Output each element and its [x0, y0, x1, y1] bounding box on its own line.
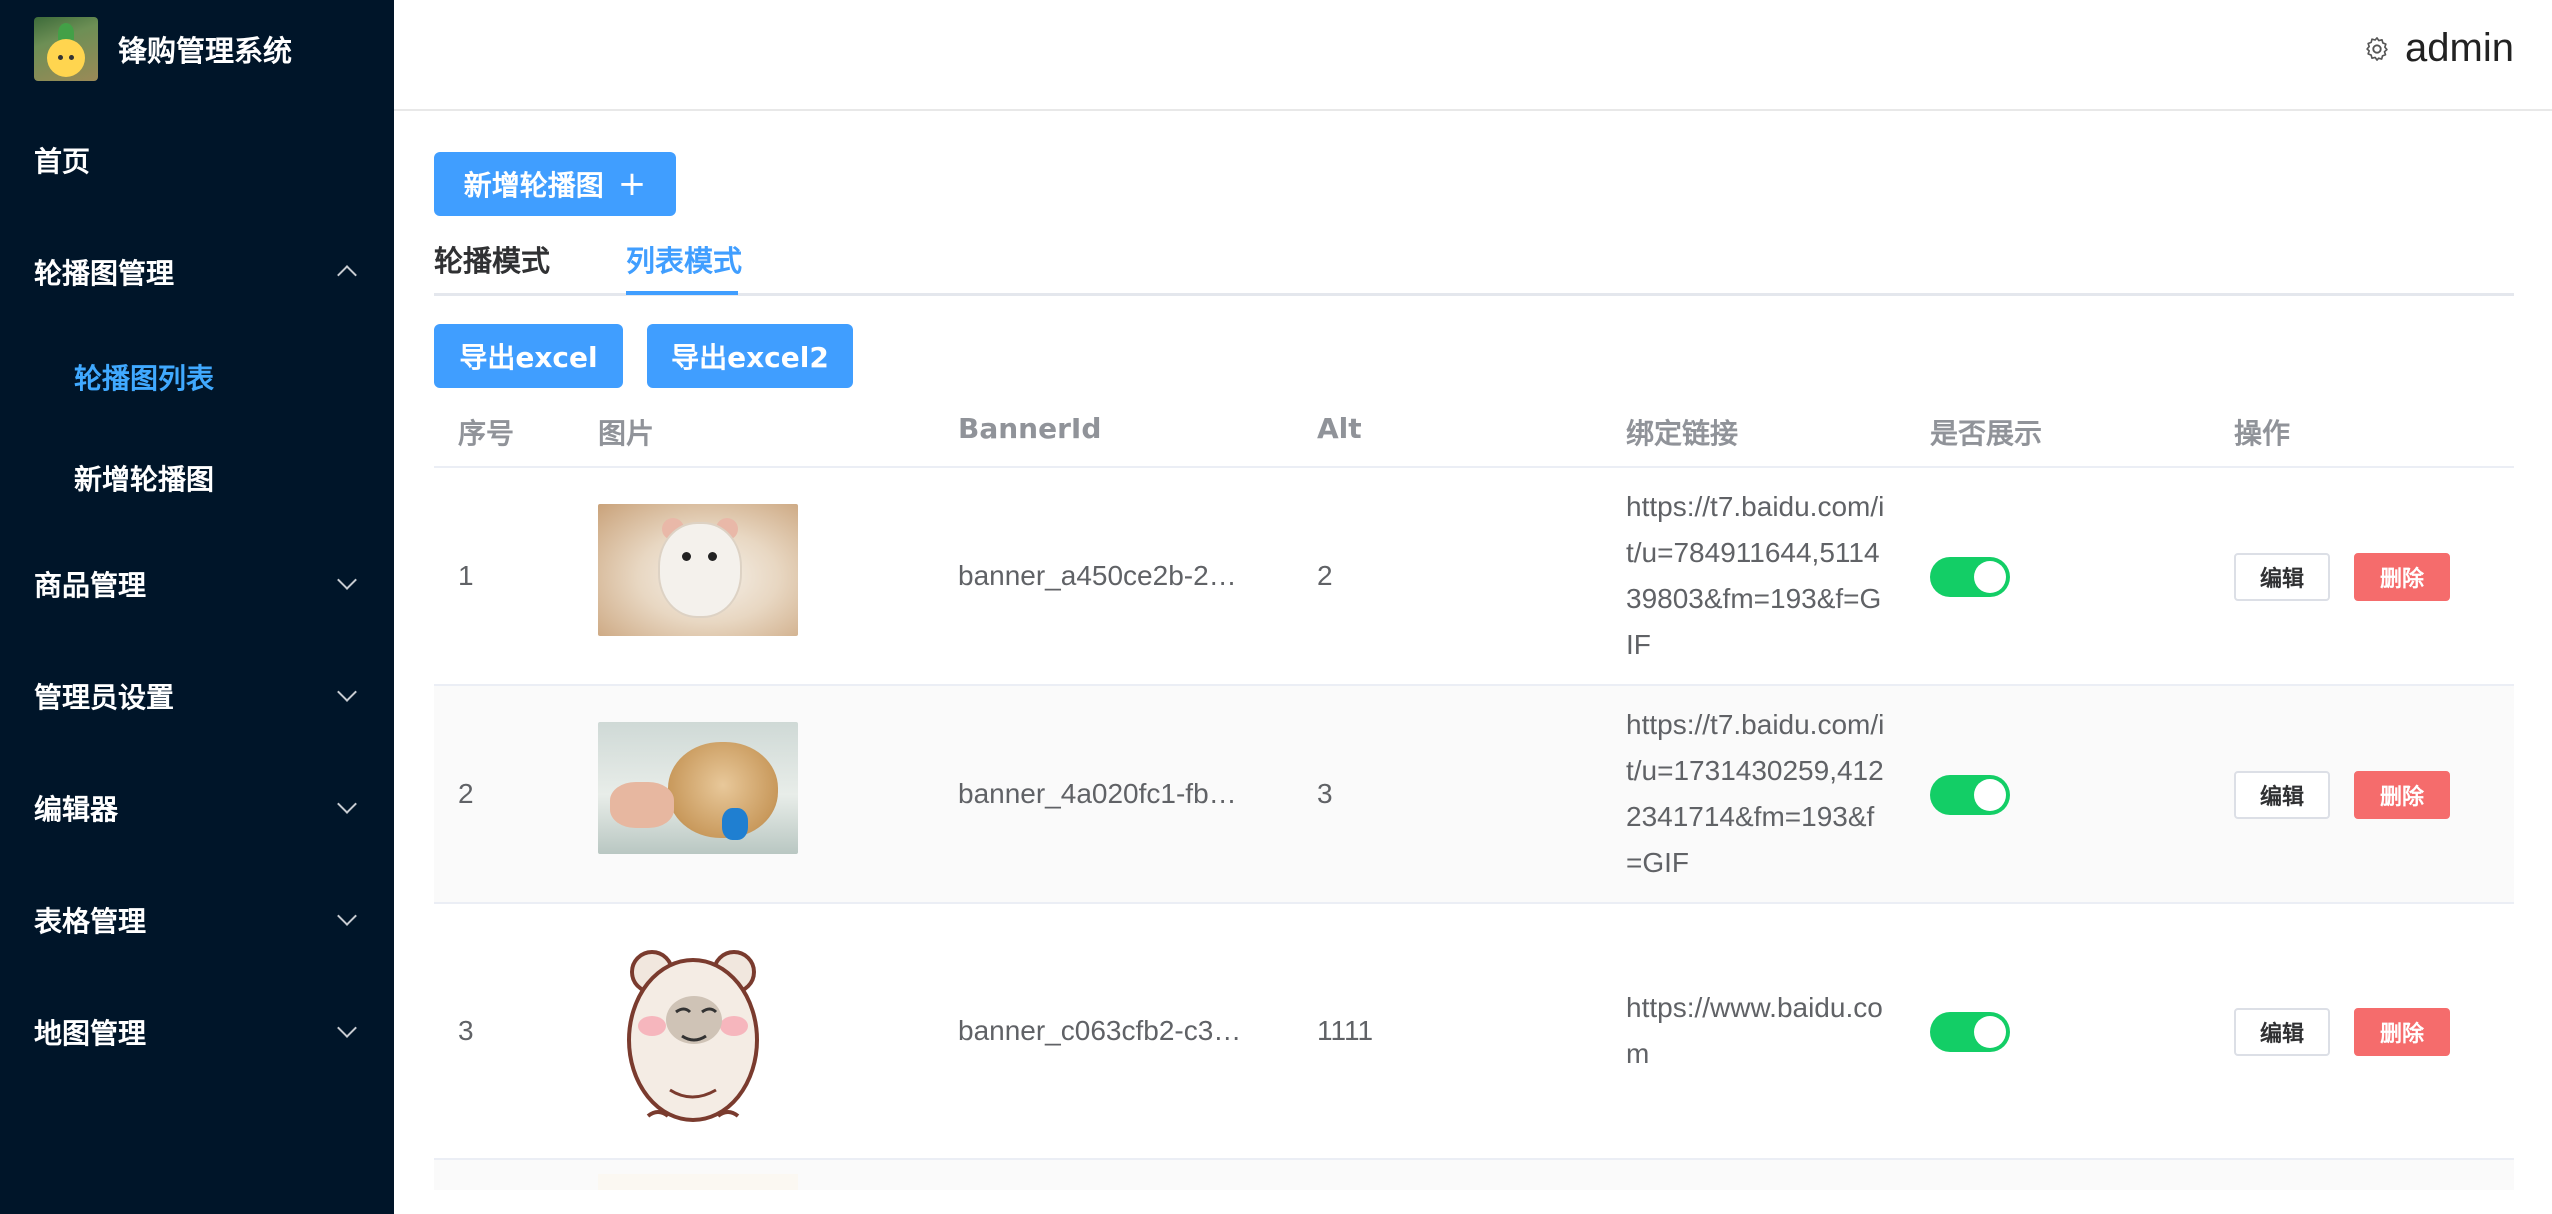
banner-image [598, 504, 798, 636]
banner-image [598, 1174, 798, 1190]
brand: 锋购管理系统 [34, 17, 292, 81]
chevron-down-icon [337, 570, 357, 590]
column-header-alt: Alt [1317, 412, 1362, 445]
edit-button[interactable]: 编辑 [2234, 771, 2330, 819]
table-row: 3 banner_c063cfb2-c3… 1111 https://www.b [434, 904, 2514, 1160]
banner-table: 序号 图片 BannerId Alt 绑定链接 是否展示 操作 1 banner… [434, 396, 2514, 1190]
edit-button[interactable]: 编辑 [2234, 553, 2330, 601]
edit-button[interactable]: 编辑 [2234, 1008, 2330, 1056]
show-toggle[interactable] [1930, 775, 2010, 815]
banner-alt: 2 [1317, 560, 1333, 591]
sidebar-item-label: 新增轮播图 [74, 463, 215, 496]
active-tab-indicator [626, 291, 738, 295]
add-banner-button[interactable]: 新增轮播图 + [434, 152, 676, 216]
plus-icon: + [617, 164, 647, 204]
chevron-down-icon [337, 794, 357, 814]
column-header-link: 绑定链接 [1626, 417, 1739, 450]
export-excel-button[interactable]: 导出excel [434, 324, 623, 388]
banner-id: banner_4a020fc1-fb… [958, 778, 1237, 809]
column-header-actions: 操作 [2234, 417, 2291, 450]
sidebar-item-label: 表格管理 [34, 905, 147, 938]
row-index: 3 [458, 1015, 474, 1046]
column-header-banner-id: BannerId [958, 412, 1102, 445]
add-banner-label: 新增轮播图 [463, 169, 604, 202]
export-excel2-button[interactable]: 导出excel2 [647, 324, 853, 388]
app-title: 锋购管理系统 [118, 34, 293, 68]
sidebar-item-label: 编辑器 [34, 793, 119, 826]
sidebar-item-label: 管理员设置 [34, 681, 175, 714]
column-header-index: 序号 [458, 417, 515, 450]
sidebar-item-product-management[interactable]: 商品管理 [0, 548, 394, 620]
delete-button[interactable]: 删除 [2354, 771, 2450, 819]
show-toggle[interactable] [1930, 557, 2010, 597]
delete-button[interactable]: 删除 [2354, 1008, 2450, 1056]
chevron-down-icon [337, 682, 357, 702]
banner-id: banner_a450ce2b-2… [958, 560, 1237, 591]
sidebar-item-banner-management[interactable]: 轮播图管理 [0, 236, 394, 308]
sidebar-item-label: 商品管理 [34, 569, 147, 602]
user-menu[interactable]: admin [2363, 26, 2514, 71]
banner-link: https://t7.baidu.com/it/u=784911644,5114… [1626, 491, 1885, 660]
sidebar-item-label: 轮播图列表 [74, 362, 215, 395]
chevron-down-icon [337, 1018, 357, 1038]
banner-id: banner_c063cfb2-c3… [958, 1015, 1242, 1046]
table-header: 序号 图片 BannerId Alt 绑定链接 是否展示 操作 [434, 396, 2514, 468]
app-root: 锋购管理系统 首页 轮播图管理 轮播图列表 新增轮播图 商品管理 管理员设置 编… [0, 0, 2552, 1214]
chevron-up-icon [337, 265, 357, 285]
gear-icon[interactable] [2363, 35, 2391, 63]
table-row: 2 banner_4a020fc1-fb… 3 https://t7.baidu… [434, 686, 2514, 904]
banner-alt: 3 [1317, 778, 1333, 809]
delete-button[interactable]: 删除 [2354, 553, 2450, 601]
sidebar-item-banner-list[interactable]: 轮播图列表 [0, 341, 394, 413]
banner-image [598, 722, 798, 854]
sidebar-item-table-management[interactable]: 表格管理 [0, 884, 394, 956]
column-header-image: 图片 [598, 417, 655, 450]
row-index: 1 [458, 560, 474, 591]
show-toggle[interactable] [1930, 1012, 2010, 1052]
sidebar-item-home[interactable]: 首页 [0, 124, 394, 196]
top-header: admin [394, 0, 2552, 111]
user-name[interactable]: admin [2405, 26, 2514, 71]
sidebar: 锋购管理系统 首页 轮播图管理 轮播图列表 新增轮播图 商品管理 管理员设置 编… [0, 0, 394, 1214]
sidebar-item-label: 轮播图管理 [34, 257, 175, 290]
tab-list-mode[interactable]: 列表模式 [626, 238, 742, 280]
chevron-down-icon [337, 906, 357, 926]
bear-meme-image [627, 950, 759, 1122]
tab-carousel-mode[interactable]: 轮播模式 [434, 238, 550, 280]
column-header-show: 是否展示 [1930, 417, 2043, 450]
sidebar-item-label: 首页 [34, 145, 91, 178]
view-mode-tabs: 轮播模式 列表模式 [434, 222, 2514, 296]
sidebar-item-add-banner[interactable]: 新增轮播图 [0, 442, 394, 514]
banner-link: https://t7.baidu.com/it/u=1731430259,412… [1626, 709, 1885, 878]
sidebar-item-editor[interactable]: 编辑器 [0, 772, 394, 844]
sidebar-item-label: 地图管理 [34, 1017, 147, 1050]
sidebar-item-map-management[interactable]: 地图管理 [0, 996, 394, 1068]
banner-alt: 1111 [1317, 1015, 1374, 1046]
table-row [434, 1160, 2514, 1190]
row-index: 2 [458, 778, 474, 809]
sidebar-item-admin-settings[interactable]: 管理员设置 [0, 660, 394, 732]
banner-link: https://www.baidu.com [1626, 992, 1883, 1069]
table-row: 1 banner_a450ce2b-2… 2 https://t7.baidu.… [434, 468, 2514, 686]
pineapple-logo-icon [34, 17, 98, 81]
banner-image [598, 932, 798, 1132]
